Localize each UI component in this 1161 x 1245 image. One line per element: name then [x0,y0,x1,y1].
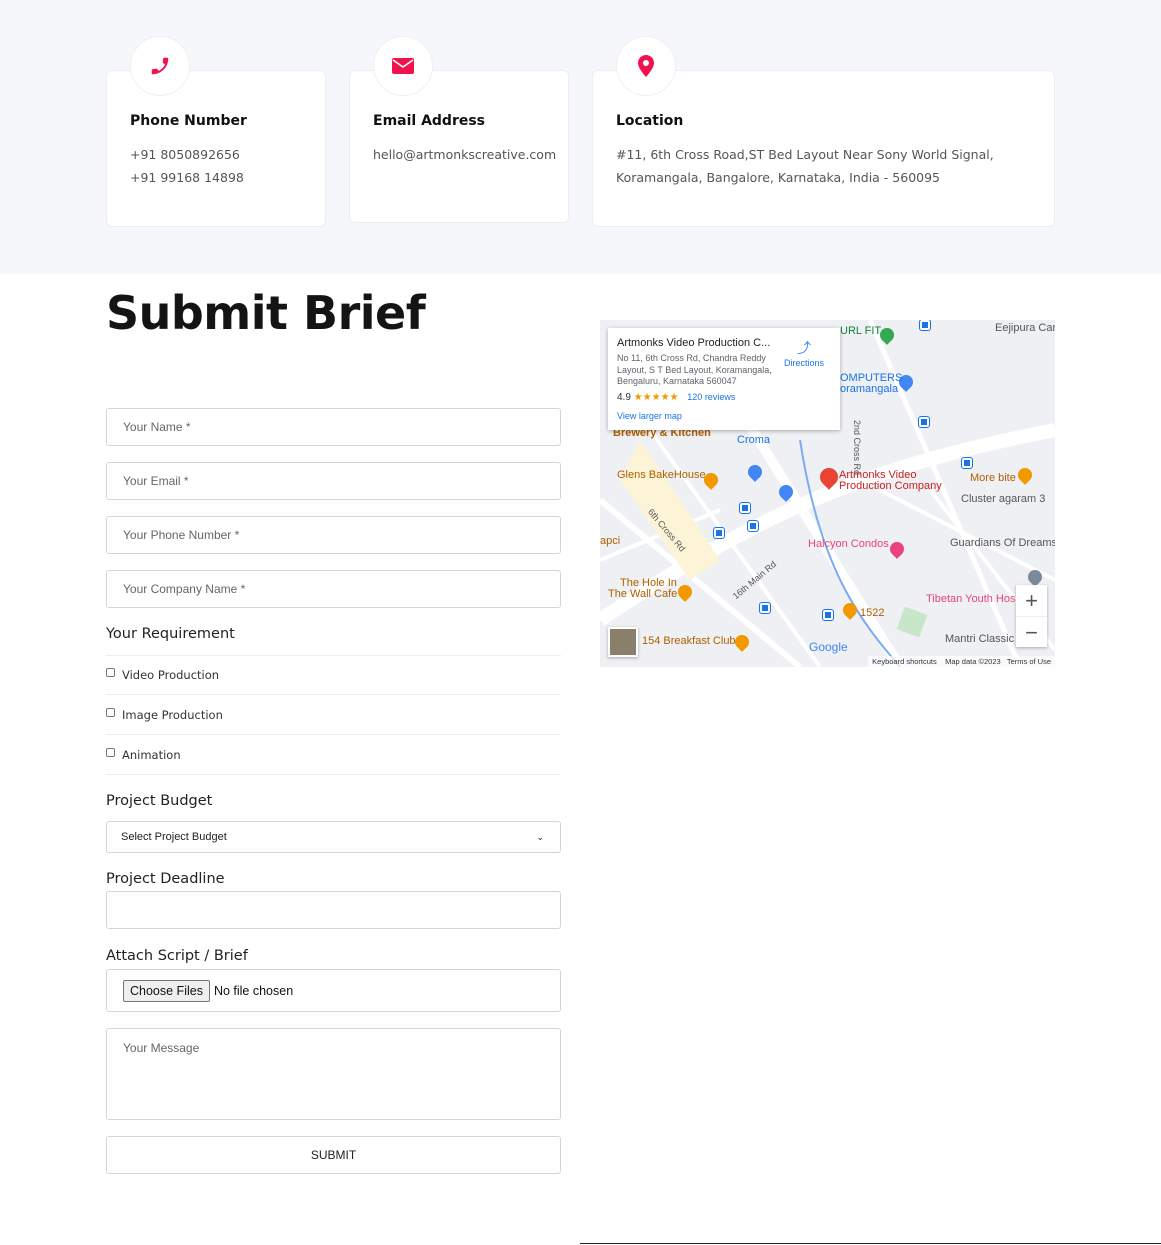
bus-stop-icon [918,416,930,428]
phone-icon [130,36,190,96]
map-label: Eejipura Can [995,322,1055,334]
checkbox-label: Animation [122,747,181,762]
google-logo: Google [809,640,848,654]
checkbox[interactable] [106,668,115,677]
directions-label: Directions [784,358,825,368]
place-info-card: Artmonks Video Production C... No 11, 6t… [608,328,840,430]
phone-line-2[interactable]: +91 99168 14898 [130,166,244,189]
place-title: Artmonks Video Production C... [617,337,771,349]
map-data-text: Map data ©2023 [945,657,1001,666]
choose-files-button[interactable]: Choose Files [123,979,210,1002]
map-label: Tibetan Youth Hos [926,593,1016,605]
map-label: 2nd Cross Rd [852,420,862,476]
deadline-label: Project Deadline [106,871,225,887]
budget-label: Project Budget [106,793,213,809]
place-rating: 4.9 ★★★★★ 120 reviews [617,392,735,403]
directions-icon: ⤴ [797,340,811,356]
email-title: Email Address [373,113,486,129]
file-status: No file chosen [213,983,294,998]
map-label: apci [600,535,621,547]
budget-selected: Select Project Budget [121,831,227,843]
email-line[interactable]: hello@artmonkscreative.com [373,143,556,166]
checkbox-label: Video Production [122,667,220,682]
map-label: 1522 [860,607,885,619]
map-label: Croma [737,434,771,446]
requirement-label: Your Requirement [106,626,235,642]
bus-stop-icon [759,602,771,614]
directions-button[interactable]: ⤴ Directions [784,338,824,368]
location-title: Location [616,113,684,129]
google-map[interactable]: Artmonks Video Production Company Brewer… [600,320,1055,667]
phone-card: Phone Number +91 8050892656 +91 99168 14… [106,70,326,227]
map-footer: Keyboard shortcuts Map data ©2023 Terms … [868,656,1055,667]
view-larger-map-link[interactable]: View larger map [617,411,682,421]
bus-stop-icon [961,457,973,469]
bus-stop-icon [713,527,725,539]
file-input[interactable]: Choose Files No file chosen [106,969,561,1012]
keyboard-shortcuts-link[interactable]: Keyboard shortcuts [872,657,937,666]
map-label: Cluster agaram 3 [961,493,1046,505]
star-icons: ★★★★★ [633,392,679,403]
deadline-input[interactable] [106,891,561,929]
checkbox-image-production[interactable]: Image Production [106,695,561,735]
checkbox-label: Image Production [122,707,223,722]
company-input[interactable]: Your Company Name * [106,570,561,608]
zoom-in-button[interactable]: + [1016,585,1047,616]
submit-button[interactable]: SUBMIT [106,1136,561,1174]
divider [580,1243,1161,1244]
satellite-toggle[interactable] [608,627,638,657]
email-card: Email Address hello@artmonkscreative.com [349,70,569,223]
bus-stop-icon [822,609,834,621]
address-line: Layout, S T Bed Layout, Koramangala, [617,364,772,375]
map-label: URL FIT [840,325,882,337]
address-line: Bengaluru, Karnataka 560047 [617,376,737,386]
map-label: Halcyon Condos [808,538,889,550]
place-address: No 11, 6th Cross Rd, Chandra Reddy Layou… [617,353,772,388]
map-label: Glens BakeHouse [617,469,706,481]
checkbox[interactable] [106,748,115,757]
phone-input[interactable]: Your Phone Number * [106,516,561,554]
terms-link[interactable]: Terms of Use [1007,657,1051,666]
address-line: No 11, 6th Cross Rd, Chandra Reddy [617,353,766,363]
map-label: More bite [970,472,1016,484]
bus-stop-icon [747,520,759,532]
bus-stop-icon [919,320,931,331]
map-label: Production Company [839,480,942,492]
rating-value: 4.9 [617,392,631,403]
map-label: Mantri Classic [945,633,1015,645]
budget-select[interactable]: Select Project Budget ⌄ [106,821,561,853]
message-textarea[interactable]: Your Message [106,1028,561,1120]
location-card: Location #11, 6th Cross Road,ST Bed Layo… [592,70,1055,227]
checkbox-animation[interactable]: Animation [106,735,561,775]
chevron-down-icon: ⌄ [536,831,544,842]
checkbox-video-production[interactable]: Video Production [106,655,561,695]
checkbox[interactable] [106,708,115,717]
zoom-controls: + − [1016,585,1047,647]
page-title: Submit Brief [106,286,426,340]
phone-title: Phone Number [130,113,247,129]
zoom-out-button[interactable]: − [1016,616,1047,647]
map-label: 154 Breakfast Club [642,635,736,647]
map-pin-icon [616,36,676,96]
attach-label: Attach Script / Brief [106,948,248,964]
location-line-2: Koramangala, Bangalore, Karnataka, India… [616,170,941,185]
phone-line-1[interactable]: +91 8050892656 [130,143,240,166]
map-label: oramangala [840,383,899,395]
envelope-icon [373,36,433,96]
name-input[interactable]: Your Name * [106,408,561,446]
map-label: The Wall Cafe [608,588,678,600]
map-label: Guardians Of Dreams [950,537,1055,549]
location-line-1: #11, 6th Cross Road,ST Bed Layout Near S… [616,147,994,162]
reviews-link[interactable]: 120 reviews [687,392,735,402]
contact-section: Phone Number +91 8050892656 +91 99168 14… [0,0,1161,274]
email-input[interactable]: Your Email * [106,462,561,500]
bus-stop-icon [739,502,751,514]
